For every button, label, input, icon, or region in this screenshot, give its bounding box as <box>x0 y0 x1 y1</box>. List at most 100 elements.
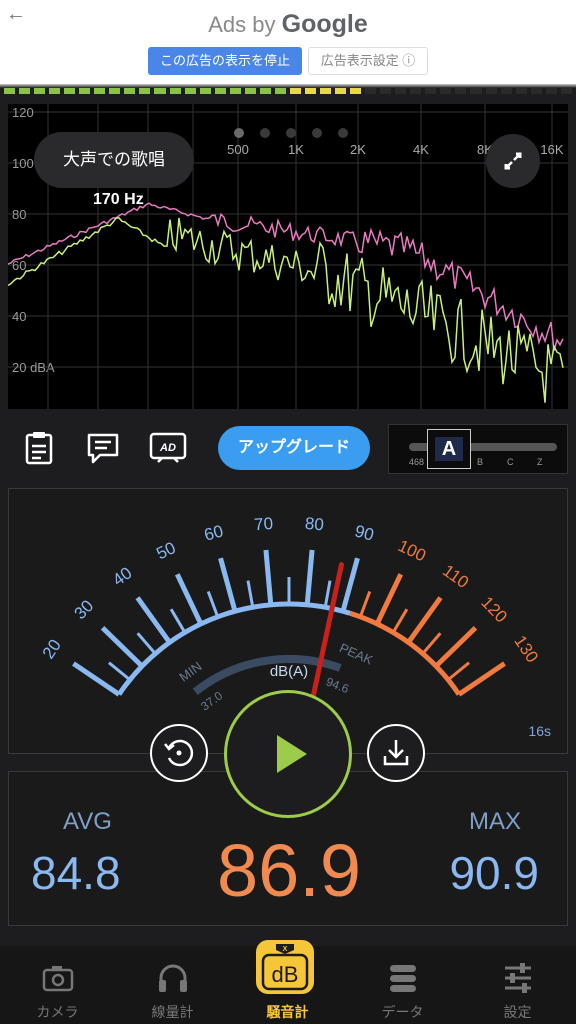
ad-icon: AD <box>149 432 187 463</box>
gauge-scale-label: 40 <box>109 563 135 589</box>
nav-settings[interactable]: 設定 <box>460 946 575 1024</box>
nav-sound-meter[interactable]: X dB 騒音計 <box>230 940 345 1024</box>
gauge-tick <box>169 608 187 634</box>
db-badge-text: dB <box>272 962 299 987</box>
gauge-scale-label: 70 <box>253 514 274 535</box>
level-segment <box>4 88 16 94</box>
level-segment <box>395 88 407 94</box>
nav-label: データ <box>381 1004 424 1020</box>
gauge-tick <box>72 661 121 697</box>
gauge-tick <box>421 632 442 655</box>
page-dot <box>260 128 270 138</box>
page-dot <box>338 128 348 138</box>
unit-label: dB(A) <box>270 663 308 680</box>
expand-icon <box>504 152 522 170</box>
nav-dosimeter[interactable]: 線量計 <box>115 946 230 1024</box>
gauge-tick <box>323 580 332 608</box>
level-segment <box>304 88 316 94</box>
gauge-tick <box>304 549 315 606</box>
level-segment <box>289 88 301 94</box>
gauge-scale-label: 130 <box>510 632 542 666</box>
max-label: MAX <box>468 808 521 835</box>
level-segment <box>49 88 61 94</box>
nav-data[interactable]: データ <box>345 946 460 1024</box>
level-segment <box>485 88 497 94</box>
play-icon <box>277 735 307 773</box>
reset-button[interactable] <box>150 724 208 782</box>
download-button[interactable] <box>367 724 425 782</box>
ad-settings-button[interactable]: 広告表示設定 ⓘ <box>308 47 428 75</box>
level-segment <box>154 88 166 94</box>
svg-text:X: X <box>283 946 288 953</box>
ad-banner[interactable]: ← Ads by Google この広告の表示を停止 広告表示設定 ⓘ <box>0 0 576 84</box>
frequency-weighting-selector[interactable]: 468 B C Z A <box>388 424 568 474</box>
gauge-tick <box>135 596 172 644</box>
level-segment <box>79 88 91 94</box>
gauge-tick <box>174 573 204 625</box>
weighting-option[interactable]: Z <box>537 457 543 467</box>
peak-label: PEAK <box>337 640 375 668</box>
level-segment <box>410 88 422 94</box>
level-segment <box>530 88 542 94</box>
weighting-knob[interactable]: A <box>427 429 471 469</box>
download-icon <box>383 740 409 766</box>
play-button[interactable] <box>224 690 352 818</box>
peak-frequency-label: 170 Hz <box>93 191 144 208</box>
level-segment <box>319 88 332 94</box>
gauge-tick <box>457 661 506 697</box>
level-segment <box>380 88 392 94</box>
clipboard-icon <box>25 432 53 465</box>
expand-button[interactable] <box>486 134 540 188</box>
level-segment <box>500 88 512 94</box>
nav-camera[interactable]: カメラ <box>0 946 115 1024</box>
sliders-icon <box>505 963 531 993</box>
level-segment <box>515 88 527 94</box>
level-segment <box>545 88 557 94</box>
remove-ads-button[interactable]: AD <box>148 430 188 466</box>
weighting-option[interactable]: B <box>477 457 483 467</box>
gauge-tick <box>136 632 157 655</box>
level-segment <box>109 88 121 94</box>
level-segment <box>169 88 181 94</box>
y-tick-label: 100 <box>12 156 34 171</box>
gauge-scale-label: 60 <box>202 521 225 544</box>
level-segment <box>94 88 106 94</box>
clipboard-button[interactable] <box>22 430 56 466</box>
nav-label: カメラ <box>36 1004 79 1020</box>
stop-ad-button[interactable]: この広告の表示を停止 <box>148 47 302 75</box>
ad-title-brand: Google <box>281 10 368 38</box>
gauge-tick <box>100 626 144 668</box>
max-value: 90.9 <box>449 847 539 899</box>
gauge-tick <box>391 608 409 634</box>
sound-level-reference-label[interactable]: 大声での歌唱 <box>34 132 194 188</box>
bottom-nav: カメラ 線量計 X dB 騒音計 データ 設定 <box>0 940 576 1024</box>
level-segment <box>350 88 362 94</box>
nav-label: 騒音計 <box>266 1004 309 1020</box>
comment-button[interactable] <box>86 430 120 466</box>
level-segment <box>229 88 241 94</box>
weighting-option[interactable]: 468 <box>409 457 424 467</box>
level-segment <box>335 88 347 94</box>
level-segment <box>560 88 572 94</box>
gauge-tick <box>340 557 360 612</box>
weighting-selected: A <box>435 437 463 461</box>
upgrade-button[interactable]: アップグレード <box>218 426 370 470</box>
gauge-tick <box>246 580 255 608</box>
level-bar <box>4 88 572 94</box>
x-tick-label: 16K <box>540 142 563 157</box>
gauge-tick <box>107 661 131 681</box>
spectrum-panel[interactable]: 120 100 80 60 40 20 dBA 500 1K 2K 4K 8K 16K 大声での歌唱 … <box>8 104 568 409</box>
level-segment <box>440 88 452 94</box>
gauge-tick <box>206 590 220 618</box>
min-value: 37.0 <box>198 688 225 713</box>
x-tick-label: 4K <box>413 142 429 157</box>
gauge-scale-label: 100 <box>395 536 429 565</box>
level-segment <box>259 88 271 94</box>
weighting-option[interactable]: C <box>507 457 514 467</box>
page-dots <box>234 128 348 138</box>
gauge-tick <box>406 596 443 644</box>
gauge-scale-label: 110 <box>439 561 472 592</box>
level-segment <box>34 88 46 94</box>
gauge-tick <box>374 573 404 625</box>
gauge-scale-label: 120 <box>477 593 510 627</box>
